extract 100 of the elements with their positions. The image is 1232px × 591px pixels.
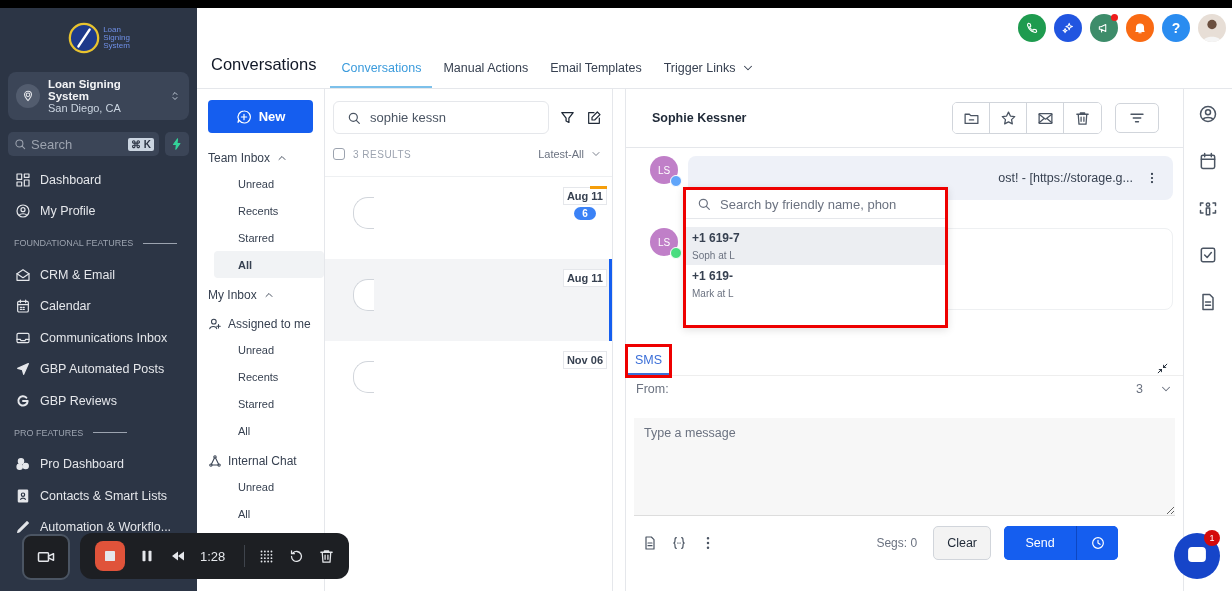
sidebar-item[interactable]: GBP Reviews [8, 391, 189, 410]
nav-tab[interactable]: Manual Actions [432, 50, 540, 88]
nav-tab[interactable]: Trigger Links [652, 50, 767, 88]
sidebar-item[interactable]: My Profile [8, 202, 189, 221]
sidebar-item[interactable]: Communications Inbox [8, 328, 189, 347]
channel-tab[interactable]: SMS [628, 347, 670, 375]
envelope-icon [15, 266, 31, 283]
trash-icon [318, 547, 336, 565]
logo-text: Loan Signing System [103, 26, 130, 50]
clock-icon [1089, 535, 1106, 551]
cubes-icon [15, 456, 31, 473]
inbox-group[interactable]: Internal Chat [208, 448, 313, 473]
contact-button[interactable] [1198, 104, 1218, 124]
phone-button[interactable] [1018, 14, 1046, 42]
shortcut-key: ⌘ K [128, 137, 154, 151]
inbox-filter[interactable]: Unread [214, 170, 324, 197]
section-title: PRO FEATURES [14, 427, 84, 438]
braces-icon [671, 535, 687, 551]
inbox-filter[interactable]: Starred [214, 224, 324, 251]
inbox-group[interactable]: Assigned to me [208, 311, 313, 336]
avatar-icon [353, 279, 374, 311]
star-icon [999, 109, 1017, 127]
inbox-filter[interactable]: Starred [214, 390, 324, 417]
results-count: 3 RESULTS [353, 148, 413, 160]
delete-button[interactable] [318, 547, 336, 565]
sparkle-icon [1061, 21, 1075, 35]
sidebar-item[interactable]: Automation & Workflo... [8, 518, 189, 537]
account-name: Loan Signing System [48, 78, 122, 102]
contact-name: Sophie Kessner [652, 111, 748, 125]
stop-button[interactable] [95, 541, 125, 571]
sparkle-button[interactable] [1054, 14, 1082, 42]
announcement-button[interactable] [1090, 14, 1118, 42]
sidebar-item[interactable]: Contacts & Smart Lists [8, 486, 189, 505]
inbox-filter[interactable]: Recents [214, 363, 324, 390]
sidebar-item[interactable]: CRM & Email [8, 265, 189, 284]
person-plus-icon [208, 316, 222, 331]
pencil-icon [15, 519, 31, 536]
sidebar-item[interactable]: Calendar [8, 297, 189, 316]
quick-action-button[interactable] [165, 132, 189, 156]
bell-icon [1133, 21, 1147, 35]
inbox-filter[interactable]: Recents [214, 197, 324, 224]
inbox-filter[interactable]: Unread [214, 336, 324, 363]
search-field[interactable]: Search by friendly name, phon [718, 195, 935, 213]
user-avatar[interactable] [1198, 14, 1226, 42]
recording-time: 1:28 [200, 548, 226, 564]
profile-icon [15, 203, 31, 220]
section-title: FOUNDATIONAL FEATURES [14, 238, 134, 248]
chat-widget-button[interactable] [1174, 533, 1220, 579]
search-icon [13, 137, 27, 151]
schedule-button[interactable] [1076, 526, 1118, 560]
notifications-button[interactable] [1126, 14, 1154, 42]
number-option[interactable]: +1 619-7 Soph at L [686, 227, 945, 265]
sidebar-item[interactable]: GBP Automated Posts [8, 360, 189, 379]
inbox-filter[interactable]: All [214, 500, 324, 527]
date-chip: Aug 11 [562, 187, 607, 205]
sort-dropdown[interactable]: Latest-All [538, 148, 602, 160]
sidebar-item[interactable]: Pro Dashboard [8, 455, 189, 474]
trash-icon [1074, 109, 1091, 127]
conversation-row[interactable]: Aug 11 [325, 259, 612, 341]
collapse-icon [1156, 362, 1169, 375]
search-field[interactable]: Search ⌘ K [8, 132, 159, 156]
inbox-filter[interactable]: All [214, 417, 324, 444]
contact-book-icon [15, 487, 31, 504]
inbox-filter[interactable]: Unread [214, 473, 324, 500]
chat-plus-icon [235, 108, 252, 125]
date-chip: Aug 11 [562, 269, 607, 287]
camera-button[interactable] [22, 534, 70, 580]
segment-count: Segs: 0 [875, 536, 918, 550]
inbox-group[interactable]: Team Inbox [208, 145, 313, 170]
calendar-button[interactable] [1198, 151, 1218, 171]
inbox-filter[interactable]: All [214, 251, 324, 278]
clear-button[interactable]: Clear [933, 526, 991, 560]
message-input[interactable]: Type a message [634, 418, 1175, 516]
search-field[interactable]: sophie kessn [333, 101, 549, 134]
avatar-icon [353, 361, 374, 393]
calendar-icon [1198, 151, 1218, 171]
unread-count: 6 [574, 207, 596, 220]
network-icon [208, 453, 222, 468]
grid-icon [15, 171, 31, 188]
tasks-button[interactable] [1198, 245, 1218, 265]
conversation-row[interactable]: Aug 11 6 [325, 177, 612, 259]
document-icon [642, 535, 658, 551]
filter-button[interactable] [1115, 103, 1159, 133]
compose-icon [586, 109, 602, 126]
search-icon [696, 196, 712, 212]
checkbox-icon [1198, 245, 1218, 265]
lightning-icon [170, 137, 184, 151]
new-button[interactable]: New [208, 100, 313, 133]
inbox-group[interactable]: My Inbox [208, 282, 313, 307]
location-icon [21, 89, 35, 103]
account-switcher[interactable]: Loan Signing System San Diego, CA [8, 72, 189, 120]
from-value[interactable]: 3 [1136, 382, 1143, 396]
sidebar-item[interactable]: Dashboard [8, 170, 189, 189]
nav-tab[interactable]: Email Templates [539, 50, 653, 88]
account-location: San Diego, CA [48, 102, 122, 114]
chevron-updown-icon [169, 90, 181, 102]
number-option[interactable]: +1 619- Mark at L [686, 265, 945, 303]
select-all-checkbox[interactable] [333, 148, 345, 160]
folder-button[interactable] [953, 103, 990, 133]
conversation-row[interactable]: Nov 06 [325, 341, 612, 423]
